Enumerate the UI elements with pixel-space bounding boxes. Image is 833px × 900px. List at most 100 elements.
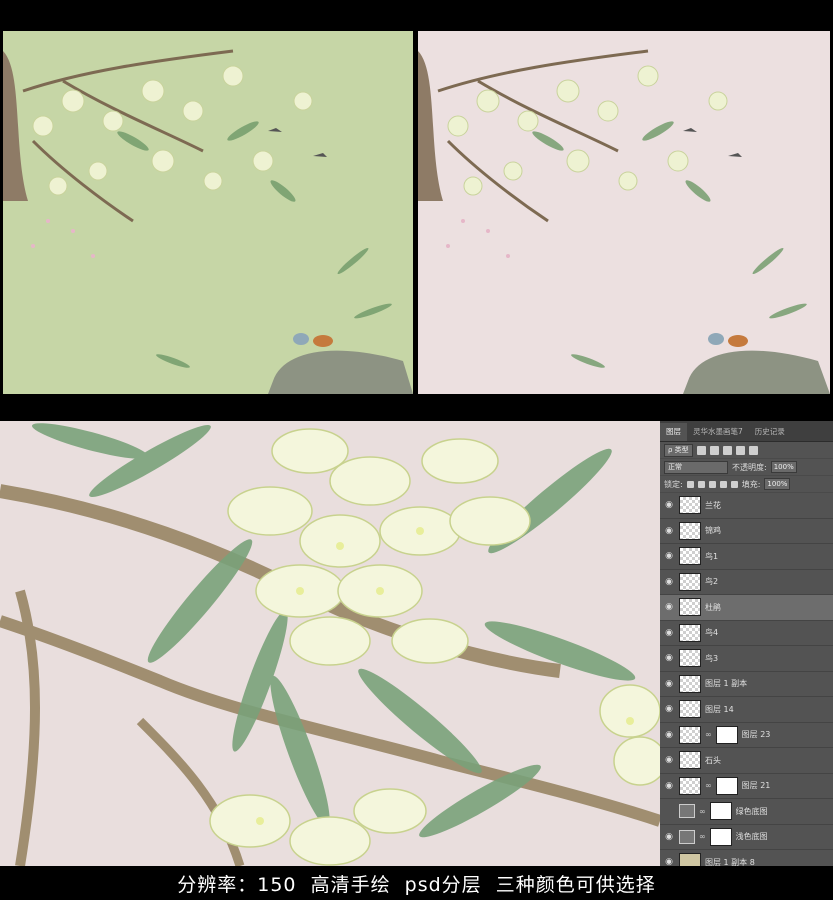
layer-row[interactable]: ◉ ∞ 图层 23	[660, 723, 833, 748]
detail-closeup	[0, 421, 660, 866]
layer-thumbnail[interactable]	[679, 700, 701, 719]
layer-row[interactable]: ◉ 石头	[660, 748, 833, 774]
layer-row[interactable]: ◉ ∞ 图层 21	[660, 774, 833, 799]
layer-thumbnail[interactable]	[679, 674, 701, 693]
layer-mask-thumbnail[interactable]	[709, 802, 732, 821]
visibility-eye-icon[interactable]: ◉	[663, 704, 675, 714]
layer-row[interactable]: ◉ 图层 14	[660, 697, 833, 723]
layer-name: 绿色底图	[735, 806, 768, 816]
visibility-eye-icon[interactable]: ◉	[663, 857, 675, 866]
mask-link-icon[interactable]: ∞	[699, 832, 706, 841]
layer-row[interactable]: ◉ 锦鸡	[660, 519, 833, 544]
layer-thumbnail[interactable]	[679, 572, 701, 591]
layer-name: 鸟4	[705, 628, 719, 638]
visibility-eye-icon[interactable]: ◉	[663, 755, 675, 765]
layer-filter-select[interactable]: ρ 类型	[664, 443, 693, 457]
visibility-eye-icon[interactable]: ◉	[663, 551, 675, 561]
layer-row[interactable]: ◉ 兰花	[660, 493, 833, 519]
layer-thumbnail[interactable]	[679, 853, 701, 866]
layer-row[interactable]: ∞ 绿色底图	[660, 799, 833, 825]
adjustment-layer-icon[interactable]	[679, 804, 695, 819]
visibility-eye-icon[interactable]: ◉	[663, 526, 675, 536]
fill-label: 填充:	[741, 479, 761, 489]
visibility-eye-icon[interactable]: ◉	[663, 781, 675, 791]
layer-row[interactable]: ◉ 鸟3	[660, 646, 833, 672]
layer-thumbnail[interactable]	[679, 751, 701, 770]
layer-name: 杜鹃	[705, 602, 721, 612]
visibility-eye-icon[interactable]: ◉	[663, 653, 675, 663]
layer-row[interactable]: ◉ 图层 1 副本	[660, 672, 833, 697]
caption-bar: 分辨率：150 高清手绘 psd分层 三种颜色可供选择	[0, 866, 833, 900]
layer-row[interactable]: ◉ 鸟2	[660, 570, 833, 595]
lock-label: 锁定:	[664, 479, 683, 489]
visibility-eye-icon[interactable]: ◉	[663, 679, 675, 689]
adjustment-filter-icon[interactable]	[709, 445, 719, 455]
fill-input[interactable]: 100%	[764, 478, 791, 490]
tab-layers[interactable]: 图层	[660, 423, 687, 441]
layer-name: 鸟3	[705, 653, 719, 663]
filter-row: ρ 类型	[660, 442, 833, 459]
mask-link-icon[interactable]: ∞	[705, 730, 712, 739]
layer-thumbnail[interactable]	[679, 496, 701, 515]
opacity-input[interactable]: 100%	[770, 461, 797, 473]
tab-history[interactable]: 历史记录	[749, 423, 791, 441]
layer-list: ◉ 兰花 ◉ 锦鸡 ◉ 鸟1 ◉ 鸟2 ◉ 杜鹃 ◉ 鸟4 ◉ 鸟3 ◉ 图层 1 副本 ◉ 图层 14 ◉ ∞ 图层 …	[660, 493, 833, 866]
visibility-eye-icon[interactable]: ◉	[663, 500, 675, 510]
layer-thumbnail[interactable]	[679, 649, 701, 668]
layer-mask-thumbnail[interactable]	[709, 827, 732, 846]
visibility-eye-icon[interactable]: ◉	[663, 832, 675, 842]
blend-mode-select[interactable]: 正常	[664, 460, 728, 474]
layer-name: 鸟1	[705, 551, 719, 561]
mask-link-icon[interactable]: ∞	[699, 807, 706, 816]
layer-name: 锦鸡	[705, 526, 721, 536]
preview-pink-variant	[418, 31, 830, 394]
layer-name: 图层 21	[741, 781, 771, 791]
layer-thumbnail[interactable]	[679, 547, 701, 566]
lock-row: 锁定: 填充: 100%	[660, 476, 833, 493]
layer-mask-thumbnail[interactable]	[715, 776, 738, 795]
layer-name: 兰花	[705, 500, 721, 510]
layer-row[interactable]: ◉ 鸟4	[660, 621, 833, 646]
mask-link-icon[interactable]: ∞	[705, 781, 712, 790]
flower-closeup-illustration	[0, 423, 660, 866]
layer-thumbnail[interactable]	[679, 623, 701, 642]
lock-artboard-icon[interactable]	[719, 480, 727, 488]
layer-thumbnail[interactable]	[679, 725, 701, 744]
panel-tab-bar: 图层 灵华水墨画笔7 历史记录	[660, 421, 833, 442]
layer-row[interactable]: ◉ 鸟1	[660, 544, 833, 570]
pixel-filter-icon[interactable]	[696, 445, 706, 455]
layers-panel: 图层 灵华水墨画笔7 历史记录 ρ 类型 正常 不透明度: 100% 锁定: 填…	[660, 421, 833, 866]
layer-name: 图层 14	[705, 704, 734, 714]
smart-object-filter-icon[interactable]	[748, 445, 758, 455]
layer-row[interactable]: ◉ 图层 1 副本 8	[660, 850, 833, 866]
layer-mask-thumbnail[interactable]	[715, 725, 738, 744]
layer-name: 图层 1 副本 8	[705, 857, 755, 866]
adjustment-layer-icon[interactable]	[679, 829, 695, 844]
green-painting-illustration	[3, 49, 413, 394]
opacity-label: 不透明度:	[732, 462, 767, 472]
type-filter-icon[interactable]	[722, 445, 732, 455]
visibility-eye-icon[interactable]: ◉	[663, 577, 675, 587]
layer-row[interactable]: ◉ ∞ 浅色底图	[660, 825, 833, 850]
layer-thumbnail[interactable]	[679, 776, 701, 795]
layer-name: 鸟2	[705, 577, 719, 587]
blend-row: 正常 不透明度: 100%	[660, 459, 833, 476]
preview-green-variant	[3, 31, 413, 394]
lock-transparency-icon[interactable]	[686, 480, 694, 488]
layer-name: 石头	[705, 755, 721, 765]
lock-pixels-icon[interactable]	[697, 480, 705, 488]
lock-position-icon[interactable]	[708, 480, 716, 488]
visibility-eye-icon[interactable]: ◉	[663, 602, 675, 612]
layer-row[interactable]: ◉ 杜鹃	[660, 595, 833, 621]
layer-name: 图层 23	[741, 730, 771, 740]
tab-brushes[interactable]: 灵华水墨画笔7	[687, 423, 749, 441]
visibility-eye-icon[interactable]: ◉	[663, 628, 675, 638]
layer-thumbnail[interactable]	[679, 598, 701, 617]
layer-name: 图层 1 副本	[705, 679, 748, 689]
lock-all-icon[interactable]	[730, 480, 738, 488]
layer-thumbnail[interactable]	[679, 521, 701, 540]
shape-filter-icon[interactable]	[735, 445, 745, 455]
caption-text: 分辨率：150 高清手绘 psd分层 三种颜色可供选择	[177, 873, 656, 896]
visibility-eye-icon[interactable]: ◉	[663, 730, 675, 740]
layer-name: 浅色底图	[735, 832, 768, 842]
